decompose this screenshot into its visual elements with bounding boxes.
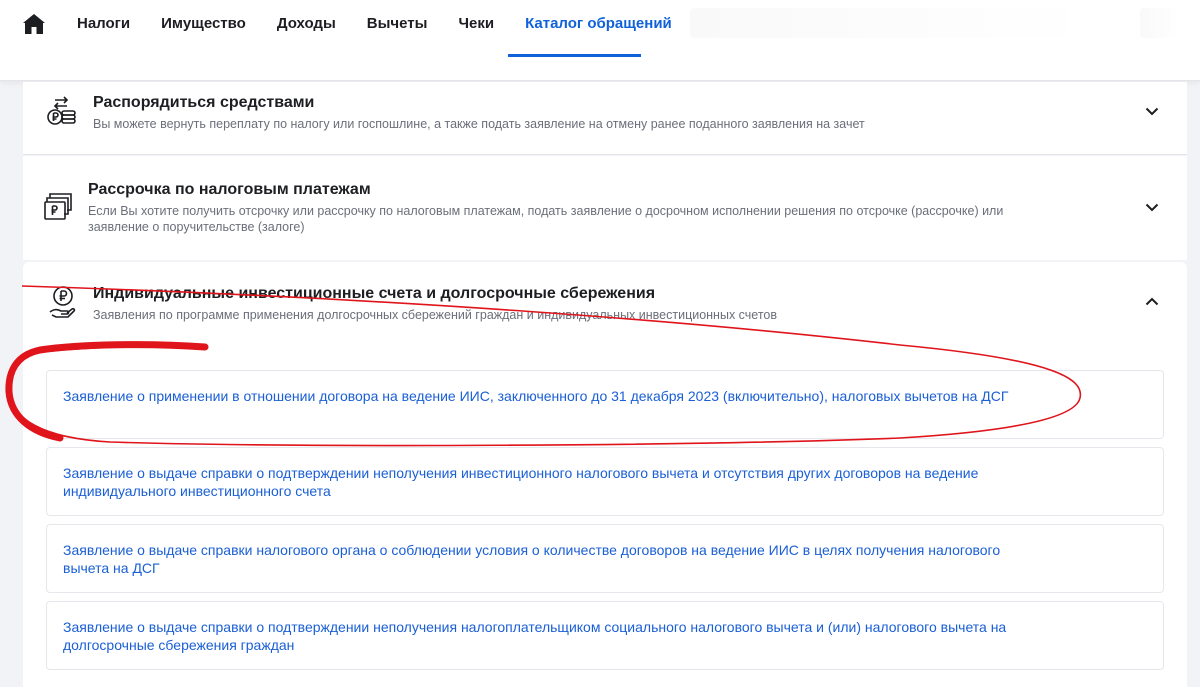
installment-card-icon (44, 193, 72, 220)
request-link[interactable]: Заявление о применении в отношении догов… (63, 387, 1013, 405)
section-manage-funds[interactable]: Распорядиться средствами Вы можете верну… (23, 82, 1187, 155)
faded-header-button (1140, 8, 1180, 38)
money-exchange-icon (47, 96, 76, 125)
chevron-down-icon[interactable] (1145, 203, 1159, 212)
nav-request-catalog[interactable]: Каталог обращений (525, 15, 672, 33)
request-link-card[interactable]: Заявление о применении в отношении догов… (46, 370, 1164, 439)
request-link[interactable]: Заявление о выдаче справки о подтвержден… (63, 618, 1013, 654)
section-iis-savings[interactable]: Индивидуальные инвестиционные счета и до… (23, 262, 1187, 687)
main-nav: Налоги Имущество Доходы Вычеты Чеки Ката… (77, 15, 703, 33)
section-installment[interactable]: Рассрочка по налоговым платежам Если Вы … (23, 156, 1187, 260)
request-link[interactable]: Заявление о выдаче справки о подтвержден… (63, 464, 1013, 500)
nav-income[interactable]: Доходы (277, 15, 336, 33)
faded-header-area (690, 8, 1100, 38)
chevron-up-icon[interactable] (1145, 297, 1159, 306)
active-tab-underline (508, 54, 641, 57)
section-description: Заявления по программе применения долгос… (93, 308, 778, 322)
section-title: Рассрочка по налоговым платежам (88, 181, 371, 198)
nav-receipts[interactable]: Чеки (458, 15, 494, 33)
top-navigation: Налоги Имущество Доходы Вычеты Чеки Ката… (0, 0, 1200, 81)
section-description: Вы можете вернуть переплату по налогу ил… (93, 117, 865, 131)
nav-property[interactable]: Имущество (161, 15, 246, 33)
section-title: Индивидуальные инвестиционные счета и до… (93, 285, 656, 302)
request-link-card[interactable]: Заявление о выдаче справки налогового ор… (46, 524, 1164, 593)
section-title: Распорядиться средствами (93, 94, 315, 111)
request-link-card[interactable]: Заявление о выдаче справки о подтвержден… (46, 447, 1164, 516)
request-link[interactable]: Заявление о выдаче справки налогового ор… (63, 541, 1013, 577)
ruble-hand-icon (49, 286, 76, 318)
home-icon[interactable] (22, 13, 46, 35)
nav-taxes[interactable]: Налоги (77, 15, 130, 33)
request-link-card[interactable]: Заявление о выдаче справки о подтвержден… (46, 601, 1164, 670)
chevron-down-icon[interactable] (1145, 107, 1159, 116)
nav-deductions[interactable]: Вычеты (367, 15, 428, 33)
section-description: Если Вы хотите получить отсрочку или рас… (88, 204, 1004, 234)
